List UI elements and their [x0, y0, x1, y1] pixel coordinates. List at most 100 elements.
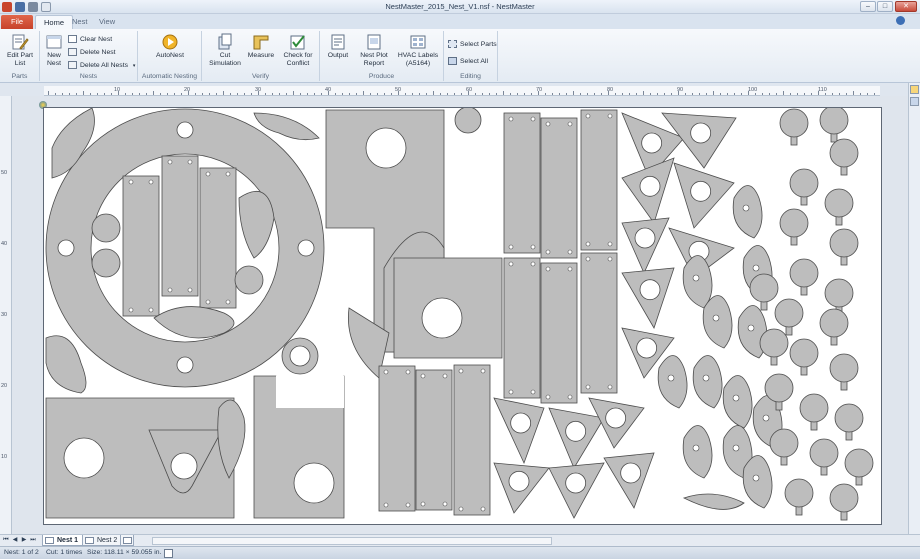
- nest-plot-report-button[interactable]: Nest Plot Report: [356, 31, 392, 68]
- clear-nest-label: Clear Nest: [80, 36, 113, 43]
- minimize-button[interactable]: –: [860, 1, 876, 12]
- plate-part: [540, 262, 578, 404]
- bolt-hole: [205, 171, 211, 177]
- ruler-tick: [125, 93, 126, 95]
- ruler-tick: [587, 93, 588, 95]
- ruler-tick: [804, 93, 805, 95]
- ruler-tick: [531, 93, 532, 95]
- lug-part: [682, 493, 745, 510]
- nest-sheet[interactable]: [43, 107, 882, 525]
- lug-part: [153, 306, 235, 339]
- close-button[interactable]: ✕: [895, 1, 917, 12]
- select-parts-label: Select Parts: [460, 41, 497, 48]
- ruler-tick: [468, 91, 469, 95]
- ruler-tick: [538, 91, 539, 95]
- hvac-labels-button[interactable]: HVAC Labels (A5164): [394, 31, 442, 68]
- plate-part: [161, 155, 199, 297]
- hole: [634, 227, 656, 249]
- ruler-tick: [139, 93, 140, 95]
- edit-part-list-button[interactable]: Edit Part List: [2, 31, 38, 68]
- bolt-hole: [607, 256, 613, 262]
- tab-nest-2[interactable]: Nest 2: [82, 535, 125, 546]
- lug-part: [702, 295, 733, 349]
- new-nest-button[interactable]: New Nest: [43, 31, 65, 68]
- bolt-hole: [225, 299, 231, 305]
- last-tab-button[interactable]: ⏭: [29, 536, 37, 545]
- layers-icon[interactable]: [910, 97, 919, 106]
- properties-icon[interactable]: [910, 85, 919, 94]
- autonest-icon: [162, 34, 178, 50]
- bolt-hole: [187, 159, 193, 165]
- new-nest-icon: [46, 35, 62, 49]
- labels-icon: [410, 35, 426, 49]
- measure-button[interactable]: Measure: [246, 31, 276, 60]
- tab-part: [91, 213, 121, 243]
- status-size: Size: 118.11 × 59.055 in.: [87, 549, 162, 556]
- bolt-hole: [567, 249, 573, 255]
- ruler-tick: [482, 93, 483, 95]
- bolt-hole: [458, 368, 464, 374]
- clear-nest-button[interactable]: Clear Nest: [68, 34, 112, 45]
- refresh-icon[interactable]: [164, 549, 173, 558]
- output-button[interactable]: Output: [322, 31, 354, 60]
- nest-tab-bar: ⏮ ◀ ▶ ⏭ Nest 1 Nest 2: [0, 534, 920, 546]
- bolt-hole: [442, 501, 448, 507]
- check-for-conflict-button[interactable]: Check for Conflict: [278, 31, 318, 68]
- add-nest-tab[interactable]: [120, 535, 134, 546]
- prev-tab-button[interactable]: ◀: [11, 536, 19, 545]
- cut-simulation-label: Cut Simulation: [209, 52, 241, 67]
- select-all-icon: [448, 57, 457, 65]
- bolt-hole: [667, 374, 675, 382]
- hole: [365, 127, 407, 169]
- ruler-label: 40: [1, 241, 8, 247]
- group-label-produce: Produce: [368, 73, 395, 80]
- ruler-label: 20: [1, 383, 8, 389]
- report-icon: [367, 34, 381, 50]
- tab-file[interactable]: File: [1, 15, 33, 29]
- horizontal-scrollbar[interactable]: [152, 537, 552, 545]
- ruler-tick: [132, 93, 133, 95]
- group-label-nests: Nests: [79, 73, 98, 80]
- select-parts-button[interactable]: Select Parts: [448, 39, 497, 50]
- autonest-button[interactable]: AutoNest: [150, 31, 190, 60]
- new-nest-label: New Nest: [47, 52, 61, 67]
- hole: [57, 239, 75, 257]
- lug-part: [742, 455, 773, 509]
- delete-nest-button[interactable]: Delete Nest: [68, 47, 116, 58]
- ruler-tick: [300, 93, 301, 95]
- first-tab-button[interactable]: ⏮: [2, 536, 10, 545]
- hole: [421, 297, 463, 339]
- tab-nest-2-label: Nest 2: [97, 537, 118, 544]
- clear-nest-icon: [68, 35, 77, 43]
- tab-part: [91, 248, 121, 278]
- ruler-label: 70: [536, 87, 543, 93]
- ruler-tick: [335, 93, 336, 95]
- cut-simulation-button[interactable]: Cut Simulation: [206, 31, 244, 68]
- select-all-button[interactable]: Select All: [448, 56, 488, 67]
- hvac-labels-label: HVAC Labels (A5164): [397, 52, 439, 67]
- tab-view[interactable]: View: [91, 15, 123, 29]
- lug-part: [732, 185, 763, 239]
- hole: [565, 420, 587, 442]
- ruler-tick: [153, 91, 154, 95]
- group-label-verify: Verify: [252, 73, 269, 80]
- ruler-tick: [440, 93, 441, 95]
- ruler-tick: [286, 93, 287, 95]
- tab-part: [234, 265, 264, 295]
- ruler-tick: [342, 93, 343, 95]
- next-tab-button[interactable]: ▶: [20, 536, 28, 545]
- help-icon[interactable]: [896, 16, 905, 25]
- edit-part-list-label: Edit Part List: [6, 52, 34, 67]
- plate-part: [453, 364, 491, 516]
- ruler-tick: [349, 93, 350, 95]
- plate-part: [415, 369, 453, 511]
- maximize-button[interactable]: □: [877, 1, 893, 12]
- tab-nest-1[interactable]: Nest 1: [42, 535, 86, 546]
- ruler-tick: [503, 91, 504, 95]
- bolt-hole: [545, 266, 551, 272]
- ruler-tick: [314, 93, 315, 95]
- delete-all-nests-button[interactable]: Delete All Nests ▾: [68, 60, 135, 71]
- ruler-tick: [181, 93, 182, 95]
- hole: [510, 412, 532, 434]
- output-label: Output: [327, 52, 349, 59]
